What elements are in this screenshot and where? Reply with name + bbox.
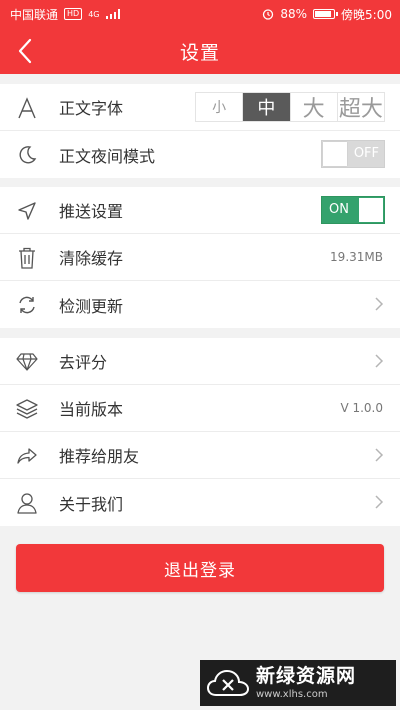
version-row: 当前版本 V 1.0.0 [0,385,400,432]
battery-percent: 88% [280,7,308,21]
title-bar: 设置 [0,28,400,74]
page-title: 设置 [179,41,220,64]
chevron-right-icon [375,495,384,509]
share-icon [15,444,39,468]
font-option-medium[interactable]: 中 [243,93,291,121]
cloud-logo-icon [206,669,250,696]
font-size-label: 正文字体 [59,99,124,118]
chevron-right-icon [375,448,384,462]
diamond-icon [15,350,39,374]
rate-row[interactable]: 去评分 [0,338,400,385]
status-bar: 中国联通 HD 4G 88% 傍晚5:00 [0,0,400,28]
check-update-row[interactable]: 检测更新 [0,281,400,328]
share-row[interactable]: 推荐给朋友 [0,432,400,479]
push-state: ON [329,202,349,217]
battery-icon [313,9,339,19]
back-button[interactable] [10,36,40,66]
display-settings-group: 正文字体 小 中 大 超大 正文夜间模式 OFF [0,84,400,178]
chevron-right-icon [375,354,384,368]
watermark-title: 新绿资源网 [256,664,357,687]
font-a-icon [15,96,39,120]
rate-label: 去评分 [59,353,108,372]
watermark-url: www.xlhs.com [256,688,328,700]
font-size-selector: 小 中 大 超大 [195,92,385,122]
toggle-knob [359,198,383,222]
about-settings-group: 去评分 当前版本 V 1.0.0 推荐给朋友 关于我们 [0,338,400,526]
about-us-label: 关于我们 [59,494,124,514]
cache-size-value: 19.31MB [330,250,383,264]
share-label: 推荐给朋友 [59,447,140,466]
night-mode-label: 正文夜间模式 [59,146,156,166]
network-type: 4G [88,9,100,19]
alarm-icon [263,9,274,20]
user-icon [15,491,39,515]
refresh-icon [15,293,39,317]
night-mode-state: OFF [353,146,379,161]
clear-cache-label: 清除缓存 [59,249,124,268]
night-mode-row: 正文夜间模式 OFF [0,131,400,178]
layers-icon [15,397,39,421]
push-settings-label: 推送设置 [59,202,124,221]
clock: 傍晚5:00 [341,7,392,22]
font-option-xlarge[interactable]: 超大 [338,93,384,122]
font-option-small[interactable]: 小 [196,93,244,121]
trash-icon [15,246,39,270]
back-arrow-icon [18,38,32,64]
push-settings-row: 推送设置 ON [0,187,400,234]
font-option-large[interactable]: 大 [291,93,338,122]
font-size-row: 正文字体 小 中 大 超大 [0,84,400,131]
carrier-name: 中国联通 [10,7,59,22]
version-value: V 1.0.0 [340,401,383,415]
clear-cache-row[interactable]: 清除缓存 19.31MB [0,234,400,281]
toggle-knob [323,142,347,166]
navigation-arrow-icon [15,199,39,223]
about-us-row[interactable]: 关于我们 [0,479,400,526]
check-update-label: 检测更新 [59,296,124,316]
push-toggle[interactable]: ON [321,196,385,224]
version-label: 当前版本 [59,400,124,419]
signal-icon [105,9,120,19]
logout-button[interactable]: 退出登录 [16,544,384,592]
watermark: 新绿资源网 www.xlhs.com [200,660,396,706]
moon-icon [15,143,39,167]
hd-badge: HD [64,8,83,20]
night-mode-toggle[interactable]: OFF [321,140,385,168]
general-settings-group: 推送设置 ON 清除缓存 19.31MB 检测更新 [0,187,400,328]
chevron-right-icon [375,297,384,311]
